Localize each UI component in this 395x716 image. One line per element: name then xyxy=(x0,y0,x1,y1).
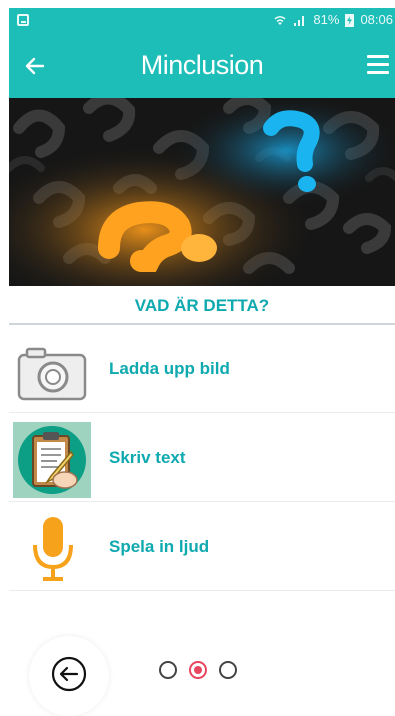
battery-icon xyxy=(345,13,355,27)
wifi-icon xyxy=(274,15,286,25)
option-label: Skriv text xyxy=(109,448,186,467)
divider xyxy=(9,412,395,413)
notification-icon xyxy=(17,14,29,26)
divider xyxy=(9,590,395,591)
question-heading: VAD ÄR DETTA? xyxy=(134,296,270,315)
option-label: Spela in ljud xyxy=(109,537,210,556)
previous-button[interactable] xyxy=(29,636,109,716)
divider xyxy=(9,501,395,502)
question-marks-image xyxy=(9,98,395,286)
battery-percent: 81% xyxy=(313,12,340,27)
page-dot-3[interactable] xyxy=(219,661,237,679)
signal-icon xyxy=(294,15,305,26)
option-write-text[interactable]: Skriv text xyxy=(9,414,395,502)
clipboard-icon xyxy=(13,422,91,498)
page-dot-1[interactable] xyxy=(159,661,177,679)
microphone-icon xyxy=(33,517,73,581)
clock: 08:06 xyxy=(360,12,393,27)
app-screen: 81% 08:06 Minclusion VAD ÄR DETTA? Ladda… xyxy=(9,0,395,716)
hamburger-menu-icon[interactable] xyxy=(367,55,389,75)
camera-icon xyxy=(17,347,87,401)
back-circle-icon xyxy=(51,656,87,692)
page-dot-2[interactable] xyxy=(189,661,207,679)
status-bar: 81% 08:06 xyxy=(9,8,395,34)
app-bar: Minclusion xyxy=(9,34,395,98)
hero-image xyxy=(9,98,395,286)
option-label: Ladda upp bild xyxy=(109,359,230,378)
option-record-audio[interactable]: Spela in ljud xyxy=(9,503,395,591)
option-upload-image[interactable]: Ladda upp bild xyxy=(9,325,395,413)
app-title: Minclusion xyxy=(140,50,264,80)
page-indicator xyxy=(159,661,237,679)
